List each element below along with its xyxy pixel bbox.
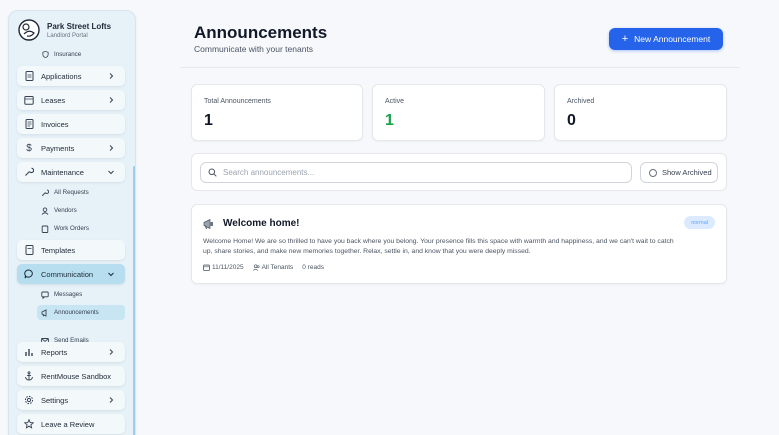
chat-bubble-icon	[24, 269, 34, 279]
gear-icon	[24, 395, 34, 405]
sidebar-subitem-announcements[interactable]: Announcements	[37, 305, 125, 320]
announcement-reads: 0 reads	[302, 264, 324, 271]
bar-chart-icon	[24, 347, 34, 357]
sidebar-item-label: Payments	[41, 143, 75, 153]
sidebar-subitem-work-orders[interactable]: Work Orders	[37, 221, 125, 236]
priority-badge: normal	[684, 216, 715, 229]
sidebar-subitem-label: Work Orders	[54, 225, 89, 232]
sidebar-item-label: Leave a Review	[41, 419, 95, 429]
sidebar-item-label: Templates	[41, 245, 76, 255]
chevron-right-icon	[109, 145, 114, 151]
stat-card-total: Total Announcements 1	[191, 84, 363, 141]
brand-name: Park Street Lofts	[47, 21, 112, 31]
sidebar-item-invoices[interactable]: Invoices	[17, 114, 125, 134]
sidebar-item-label: Communication	[41, 269, 94, 279]
sidebar-subitem-vendors[interactable]: Vendors	[37, 203, 125, 218]
search-input[interactable]	[223, 168, 603, 177]
stat-value: 1	[385, 112, 394, 129]
mouse-logo-icon	[18, 19, 40, 41]
announcement-date: 11/11/2025	[212, 264, 244, 271]
sidebar-subitem-label: Vendors	[54, 207, 77, 214]
sidebar-item-leave-review[interactable]: Leave a Review	[17, 414, 125, 434]
brand[interactable]: Park Street Lofts Landlord Portal	[18, 19, 111, 41]
invoice-icon	[24, 119, 34, 129]
star-icon	[24, 419, 34, 429]
wrench-icon	[24, 167, 34, 177]
document-icon	[24, 71, 34, 81]
page-title: Announcements	[194, 23, 328, 42]
search-field[interactable]	[200, 162, 632, 183]
chevron-right-icon	[109, 73, 114, 79]
announcement-meta: 11/11/2025 All Tenants 0 reads	[203, 264, 333, 271]
sidebar-subitem-insurance[interactable]: Insurance	[37, 47, 125, 62]
sidebar-subitem-label: Insurance	[54, 51, 82, 58]
sidebar-item-leases[interactable]: Leases	[17, 90, 125, 110]
new-announcement-label: New Announcement	[634, 34, 711, 44]
sidebar-subitem-label: Announcements	[54, 309, 99, 316]
sidebar-item-maintenance[interactable]: Maintenance	[17, 162, 125, 182]
calendar-icon	[203, 264, 210, 271]
sidebar-subitem-label: Messages	[54, 291, 83, 298]
new-announcement-button[interactable]: + New Announcement	[609, 28, 723, 50]
stat-card-active: Active 1	[372, 84, 545, 141]
announcement-audience: All Tenants	[261, 264, 294, 271]
sidebar-item-reports[interactable]: Reports	[17, 342, 125, 362]
sidebar-item-label: Maintenance	[41, 167, 84, 177]
sidebar-item-label: Applications	[41, 71, 82, 81]
shield-icon	[41, 51, 49, 59]
megaphone-icon	[203, 218, 213, 230]
show-archived-toggle[interactable]: Show Archived	[640, 162, 718, 183]
chevron-down-icon	[108, 272, 114, 277]
chevron-down-icon	[108, 170, 114, 175]
announcement-card[interactable]: Welcome home! normal Welcome Home! We ar…	[191, 204, 727, 284]
sidebar-item-label: RentMouse Sandbox	[41, 371, 112, 381]
sidebar-item-settings[interactable]: Settings	[17, 390, 125, 410]
sidebar-subitem-messages[interactable]: Messages	[37, 287, 125, 302]
sidebar-item-label: Invoices	[41, 119, 69, 129]
show-archived-checkbox[interactable]	[649, 168, 657, 177]
chevron-right-icon	[109, 349, 114, 355]
sidebar-subitem-label: All Requests	[54, 189, 89, 196]
show-archived-label: Show Archived	[662, 168, 712, 177]
plus-icon: +	[621, 32, 629, 45]
sidebar-item-templates[interactable]: Templates	[17, 240, 125, 260]
search-icon	[208, 168, 217, 177]
stat-label: Active	[385, 98, 405, 105]
calendar-icon	[24, 95, 34, 105]
announcement-body: Welcome Home! We are so thrilled to have…	[203, 238, 674, 255]
stat-value: 0	[567, 112, 576, 129]
stat-value: 1	[204, 112, 213, 129]
stat-label: Archived	[567, 98, 595, 105]
sidebar: Park Street Lofts Landlord Portal Insura…	[8, 10, 136, 435]
sidebar-scrollbar[interactable]	[133, 166, 135, 435]
sidebar-item-communication[interactable]: Communication	[17, 264, 125, 284]
wrench-icon	[41, 188, 49, 197]
users-icon	[252, 264, 260, 271]
sidebar-item-label: Settings	[41, 395, 69, 405]
megaphone-icon	[41, 308, 49, 317]
template-icon	[24, 245, 34, 255]
header-divider	[180, 67, 740, 68]
chevron-right-icon	[109, 97, 114, 103]
sidebar-item-label: Reports	[41, 347, 68, 357]
sidebar-subitem-all-requests[interactable]: All Requests	[37, 185, 125, 200]
sidebar-item-payments[interactable]: $ Payments	[17, 138, 125, 158]
sidebar-item-label: Leases	[41, 95, 66, 105]
sidebar-item-rentmouse-sandbox[interactable]: RentMouse Sandbox	[17, 366, 125, 386]
anchor-icon	[24, 371, 34, 381]
stat-card-archived: Archived 0	[554, 84, 727, 141]
message-icon	[41, 291, 49, 299]
page-subtitle: Communicate with your tenants	[194, 44, 314, 54]
chevron-right-icon	[109, 397, 114, 403]
clipboard-icon	[41, 225, 49, 233]
user-icon	[41, 206, 49, 215]
brand-subtitle: Landlord Portal	[47, 32, 88, 39]
dollar-icon: $	[26, 142, 32, 154]
announcement-title: Welcome home!	[223, 218, 300, 229]
stat-label: Total Announcements	[204, 98, 271, 105]
search-bar-card: Show Archived	[191, 153, 727, 191]
sidebar-item-applications[interactable]: Applications	[17, 66, 125, 86]
